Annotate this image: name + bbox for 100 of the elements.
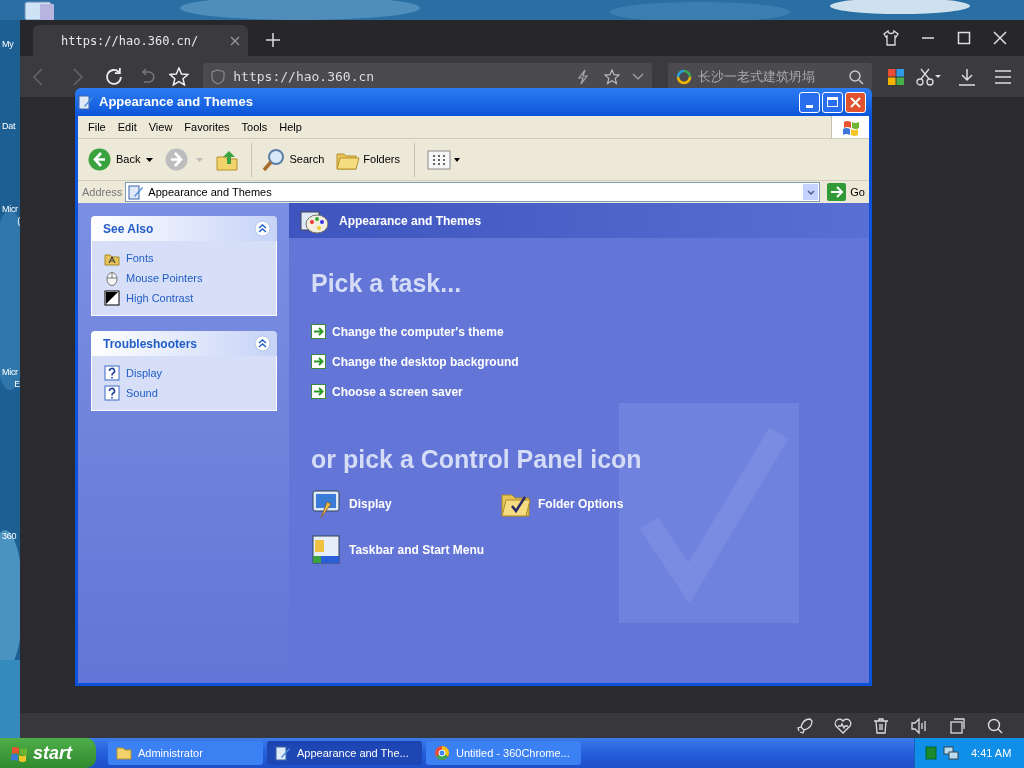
taskbar-button[interactable]: Administrator (108, 741, 263, 765)
folder-icon (116, 745, 132, 761)
address-field[interactable]: Appearance and Themes (125, 182, 821, 202)
shield-icon (211, 68, 226, 85)
minimize-button[interactable] (799, 91, 820, 113)
task-link[interactable]: Choose a screen saver (332, 382, 463, 401)
control-panel-icon (78, 94, 94, 110)
monitor-icon[interactable] (311, 488, 343, 520)
download-icon[interactable] (958, 67, 976, 86)
icon-label: Micr (1, 203, 18, 215)
arrow-icon (311, 384, 326, 399)
menu-item[interactable]: Favorites (178, 118, 236, 136)
window-title: Appearance and Themes (99, 93, 254, 112)
menu-item[interactable]: File (82, 118, 112, 136)
address-text: https://hao.360.cn (233, 67, 376, 86)
rocket-icon[interactable] (796, 716, 814, 735)
reload-icon[interactable] (103, 66, 124, 87)
magnifier-icon (262, 147, 287, 172)
search-button[interactable]: Search (260, 147, 327, 172)
address-bar[interactable]: https://hao.360.cn (203, 62, 652, 91)
icons-heading: or pick a Control Panel icon (311, 443, 643, 475)
control-panel-icon (275, 745, 291, 761)
scissors-icon[interactable] (916, 67, 942, 86)
task-link[interactable]: Change the desktop background (332, 352, 519, 371)
dropdown-icon (454, 157, 460, 162)
grid-view-icon (427, 149, 451, 170)
menu-item[interactable]: Tools (235, 118, 274, 136)
tab-title: https://hao.360.cn/ (61, 32, 200, 50)
windows-logo-icon (841, 118, 860, 136)
search-box[interactable]: 长沙一老式建筑坍塌 (667, 62, 872, 91)
maximize-icon[interactable] (957, 31, 971, 45)
arrow-icon (311, 324, 326, 339)
icon-label: ( (17, 215, 20, 227)
panel-header[interactable]: Troubleshooters (91, 331, 277, 356)
tiles-icon[interactable] (888, 68, 904, 85)
browser-tab[interactable]: https://hao.360.cn/ (33, 25, 248, 56)
panel-header[interactable]: See Also (91, 216, 277, 241)
speaker-icon[interactable] (910, 716, 928, 735)
icon-label: Micr (1, 366, 18, 378)
shirt-icon[interactable] (883, 30, 899, 46)
heart-icon[interactable] (834, 716, 852, 735)
icon-label: E (14, 378, 20, 390)
collapse-icon[interactable] (254, 220, 271, 237)
go-button[interactable]: Go (823, 183, 869, 201)
control-panel-link[interactable]: Display (349, 495, 392, 513)
help-icon (104, 385, 120, 401)
maximize-button[interactable] (822, 91, 843, 113)
task-heading: Pick a task... (311, 268, 463, 299)
address-text: Appearance and Themes (148, 184, 273, 200)
window-icon[interactable] (948, 716, 966, 735)
taskbar-icon[interactable] (311, 534, 343, 566)
help-icon (104, 365, 120, 381)
panel-link[interactable]: Sound (126, 384, 158, 402)
new-tab-icon[interactable] (266, 33, 280, 47)
close-icon (850, 96, 861, 108)
arrow-icon (311, 354, 326, 369)
dropdown-button[interactable] (803, 184, 819, 200)
folders-button[interactable]: Folders (330, 148, 406, 171)
clock: 4:41 AM (971, 745, 1012, 761)
search-field[interactable]: 长沙一老式建筑坍塌 (697, 66, 842, 87)
control-panel-link[interactable]: Folder Options (538, 495, 624, 513)
search-icon[interactable] (848, 68, 864, 85)
menu-item[interactable]: Edit (111, 118, 143, 136)
icon-label: 360 (1, 530, 17, 542)
collapse-icon[interactable] (254, 335, 271, 352)
panel-link[interactable]: Mouse Pointers (126, 269, 203, 287)
control-panel-icon (128, 184, 145, 200)
panel-link[interactable]: Fonts (126, 249, 154, 267)
star-icon[interactable] (603, 68, 620, 85)
back-button[interactable]: Back (86, 148, 143, 171)
panel-title: Troubleshooters (103, 335, 198, 353)
taskbar-button[interactable]: Appearance and The... (267, 741, 422, 765)
panel-link[interactable]: High Contrast (126, 289, 194, 307)
panel-link[interactable]: Display (126, 364, 163, 382)
contrast-icon (104, 290, 120, 306)
panel-title: See Also (103, 220, 155, 238)
dropdown-icon[interactable] (146, 157, 154, 162)
network-icon (943, 745, 959, 761)
icon-label: Dat (1, 120, 16, 132)
control-panel-link[interactable]: Taskbar and Start Menu (349, 541, 485, 559)
menu-icon[interactable] (994, 68, 1012, 85)
task-link[interactable]: Change the computer's theme (332, 322, 504, 341)
lightning-icon[interactable] (575, 68, 590, 85)
address-label: Address (82, 184, 123, 200)
section-title: Appearance and Themes (339, 212, 482, 230)
search-icon[interactable] (986, 716, 1004, 735)
trash-icon[interactable] (872, 716, 890, 735)
windows-logo-icon (10, 744, 28, 762)
menu-item[interactable]: Help (273, 118, 308, 136)
go-arrow-icon (827, 183, 847, 201)
close-button[interactable] (845, 91, 866, 113)
browser-icon (434, 745, 450, 761)
taskbar-button[interactable]: Untitled - 360Chrome... (426, 741, 581, 765)
ring-icon (675, 68, 692, 85)
menu-item[interactable]: View (142, 118, 179, 136)
tray-app-icon (925, 746, 937, 760)
chevron-down-icon (806, 189, 815, 195)
start-button[interactable]: start (0, 738, 96, 768)
chevron-down-icon[interactable] (631, 72, 644, 81)
mouse-icon (104, 270, 120, 286)
